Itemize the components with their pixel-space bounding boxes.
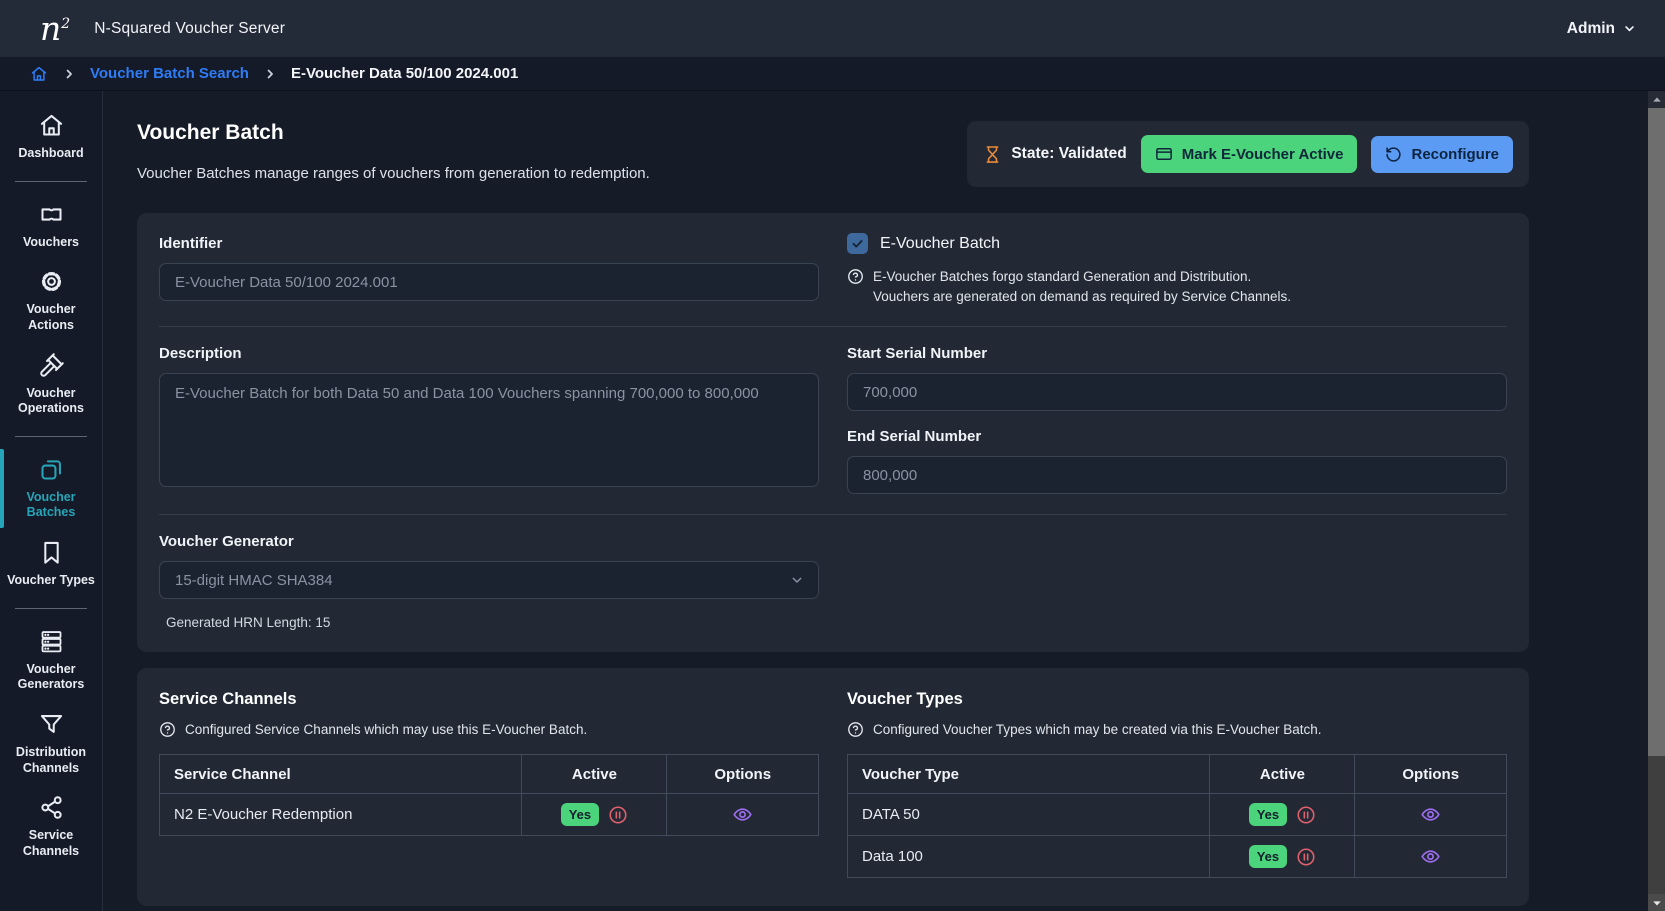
copy-icon bbox=[38, 456, 65, 483]
channels-types-card: Service Channels Configured Service Chan… bbox=[137, 668, 1529, 906]
sidebar-divider bbox=[15, 436, 87, 437]
service-channels-section: Service Channels Configured Service Chan… bbox=[159, 690, 819, 836]
sidebar-item-vouchers[interactable]: Vouchers bbox=[0, 192, 102, 260]
sidebar-divider bbox=[15, 608, 87, 609]
page-subtitle: Voucher Batches manage ranges of voucher… bbox=[137, 165, 650, 182]
table-row: N2 E-Voucher Redemption Yes bbox=[160, 794, 819, 836]
sidebar-item-dashboard[interactable]: Dashboard bbox=[0, 103, 102, 171]
end-serial-label: End Serial Number bbox=[847, 428, 1507, 445]
sidebar-item-voucher-batches[interactable]: Voucher Batches bbox=[0, 447, 102, 530]
sidebar-divider bbox=[15, 181, 87, 182]
sidebar-item-distribution-channels[interactable]: Distribution Channels bbox=[0, 702, 102, 785]
app-title: N-Squared Voucher Server bbox=[94, 20, 285, 38]
column-header: Active bbox=[1210, 755, 1355, 794]
active-badge: Yes bbox=[1249, 803, 1287, 826]
generated-hrn-length: Generated HRN Length: 15 bbox=[159, 615, 819, 630]
chevron-down-icon bbox=[789, 572, 805, 588]
mark-evoucher-active-button[interactable]: Mark E-Voucher Active bbox=[1141, 135, 1358, 173]
voucher-type-name: DATA 50 bbox=[848, 794, 1210, 836]
active-badge: Yes bbox=[1249, 845, 1287, 868]
voucher-generator-label: Voucher Generator bbox=[159, 533, 819, 550]
pause-circle-icon[interactable] bbox=[1296, 805, 1316, 825]
sidebar-item-voucher-operations[interactable]: Voucher Operations bbox=[0, 343, 102, 426]
state-label: State: Validated bbox=[983, 145, 1126, 164]
scrollbar-down-arrow[interactable] bbox=[1648, 894, 1665, 911]
app-logo: n2 bbox=[40, 12, 70, 45]
column-header: Options bbox=[667, 755, 819, 794]
evoucher-batch-help: E-Voucher Batches forgo standard Generat… bbox=[847, 267, 1507, 306]
service-channels-table: Service Channel Active Options N2 E-Vouc… bbox=[159, 754, 819, 836]
voucher-generator-select[interactable]: 15-digit HMAC SHA384 bbox=[159, 561, 819, 599]
service-channel-name: N2 E-Voucher Redemption bbox=[160, 794, 522, 836]
view-eye-icon[interactable] bbox=[681, 804, 804, 825]
admin-menu[interactable]: Admin bbox=[1567, 20, 1637, 38]
sidebar: Dashboard Vouchers Voucher Actions Vouch… bbox=[0, 91, 103, 911]
gavel-icon bbox=[38, 352, 65, 379]
sidebar-item-service-channels[interactable]: Service Channels bbox=[0, 785, 102, 868]
help-circle-icon bbox=[847, 721, 864, 738]
voucher-types-section: Voucher Types Configured Voucher Types w… bbox=[847, 690, 1507, 878]
home-icon[interactable] bbox=[30, 65, 48, 83]
evoucher-batch-checkbox[interactable] bbox=[847, 233, 868, 254]
app-header: n2 N-Squared Voucher Server Admin bbox=[0, 0, 1665, 57]
funnel-icon bbox=[38, 711, 65, 738]
form-divider bbox=[159, 326, 1507, 327]
server-icon bbox=[38, 628, 65, 655]
bookmark-icon bbox=[38, 539, 65, 566]
column-header: Voucher Type bbox=[848, 755, 1210, 794]
state-panel: State: Validated Mark E-Voucher Active R… bbox=[967, 121, 1529, 187]
pause-circle-icon[interactable] bbox=[1296, 847, 1316, 867]
page-title: Voucher Batch bbox=[137, 121, 650, 145]
main-content: Voucher Batch Voucher Batches manage ran… bbox=[103, 91, 1665, 911]
rotate-ccw-icon bbox=[1385, 146, 1402, 163]
service-channels-help: Configured Service Channels which may us… bbox=[159, 721, 819, 738]
gear-icon bbox=[38, 268, 65, 295]
pause-circle-icon[interactable] bbox=[608, 805, 628, 825]
end-serial-field[interactable] bbox=[847, 456, 1507, 494]
column-header: Options bbox=[1355, 755, 1507, 794]
chevron-right-icon bbox=[62, 67, 76, 81]
identifier-label: Identifier bbox=[159, 235, 819, 252]
breadcrumb: Voucher Batch Search E-Voucher Data 50/1… bbox=[0, 57, 1665, 91]
description-label: Description bbox=[159, 345, 819, 362]
voucher-type-name: Data 100 bbox=[848, 836, 1210, 878]
active-badge: Yes bbox=[561, 803, 599, 826]
help-circle-icon bbox=[159, 721, 176, 738]
reconfigure-button[interactable]: Reconfigure bbox=[1371, 136, 1513, 173]
admin-menu-label: Admin bbox=[1567, 20, 1615, 38]
service-channels-title: Service Channels bbox=[159, 690, 819, 709]
voucher-types-help: Configured Voucher Types which may be cr… bbox=[847, 721, 1507, 738]
voucher-batch-form-card: Identifier E-Voucher Batch bbox=[137, 213, 1529, 652]
table-row: Data 100 Yes bbox=[848, 836, 1507, 878]
view-eye-icon[interactable] bbox=[1369, 846, 1492, 867]
chevron-down-icon bbox=[1622, 21, 1637, 36]
sidebar-item-voucher-generators[interactable]: Voucher Generators bbox=[0, 619, 102, 702]
evoucher-batch-checkbox-label: E-Voucher Batch bbox=[880, 235, 1000, 253]
identifier-field[interactable] bbox=[159, 263, 819, 301]
form-divider bbox=[159, 514, 1507, 515]
help-circle-icon bbox=[847, 268, 864, 306]
scrollbar-up-arrow[interactable] bbox=[1648, 91, 1665, 108]
voucher-types-title: Voucher Types bbox=[847, 690, 1507, 709]
chevron-right-icon bbox=[263, 67, 277, 81]
start-serial-field[interactable] bbox=[847, 373, 1507, 411]
hourglass-icon bbox=[983, 145, 1002, 164]
ticket-icon bbox=[38, 201, 65, 228]
description-field[interactable]: E-Voucher Batch for both Data 50 and Dat… bbox=[159, 373, 819, 487]
start-serial-label: Start Serial Number bbox=[847, 345, 1507, 362]
column-header: Service Channel bbox=[160, 755, 522, 794]
breadcrumb-link-voucher-batch-search[interactable]: Voucher Batch Search bbox=[90, 65, 249, 82]
sidebar-item-voucher-types[interactable]: Voucher Types bbox=[0, 530, 102, 598]
voucher-types-table: Voucher Type Active Options DATA 50 Yes bbox=[847, 754, 1507, 878]
breadcrumb-current: E-Voucher Data 50/100 2024.001 bbox=[291, 65, 518, 82]
scrollbar-thumb[interactable] bbox=[1648, 108, 1665, 756]
sidebar-item-voucher-actions[interactable]: Voucher Actions bbox=[0, 259, 102, 342]
column-header: Active bbox=[522, 755, 667, 794]
scrollbar[interactable] bbox=[1648, 91, 1665, 911]
card-icon bbox=[1155, 145, 1173, 163]
home-icon bbox=[38, 112, 65, 139]
table-row: DATA 50 Yes bbox=[848, 794, 1507, 836]
share-nodes-icon bbox=[38, 794, 65, 821]
view-eye-icon[interactable] bbox=[1369, 804, 1492, 825]
